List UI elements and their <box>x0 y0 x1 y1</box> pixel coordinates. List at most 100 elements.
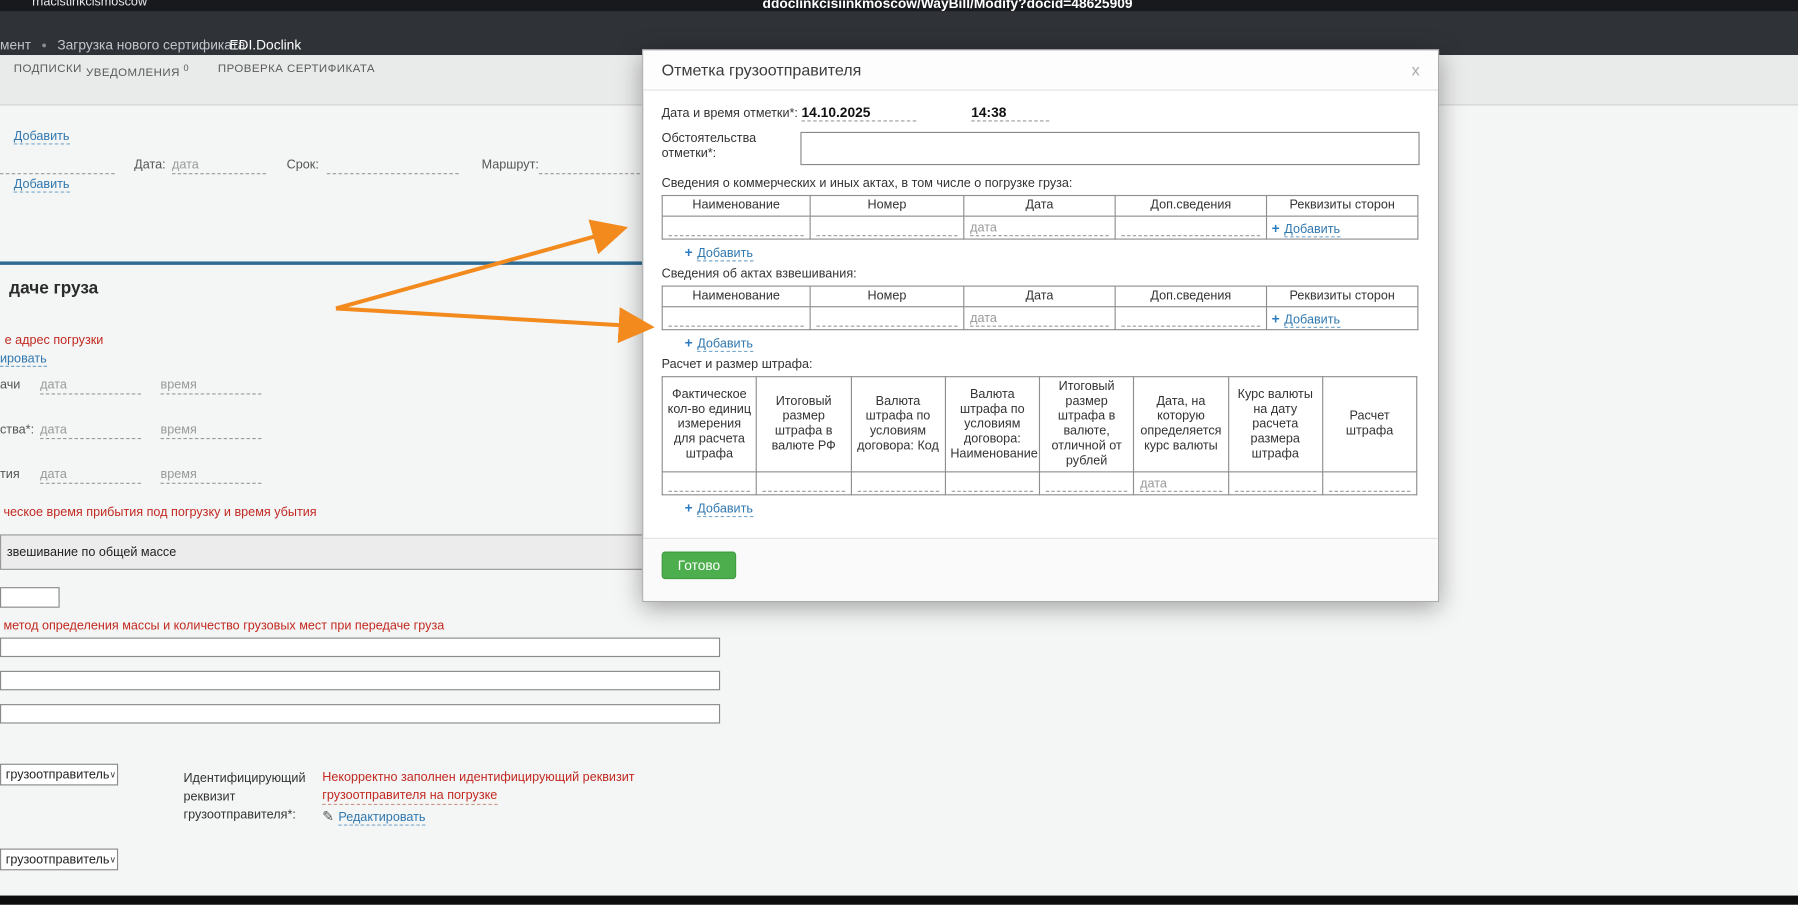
circumstances-label: Обстоятельства отметки*: <box>662 132 802 162</box>
row2-time-input[interactable]: время <box>161 422 262 439</box>
plus-icon: + <box>1272 220 1280 236</box>
dialog-body: Дата и время отметки*: 14.10.2025 14:38 … <box>643 91 1438 538</box>
mass-method-error-text: метод определения массы и количество гру… <box>3 619 444 633</box>
weighing-acts-table: Наименование Номер Дата Доп.сведения Рек… <box>662 286 1419 331</box>
add-link-top[interactable]: Добавить <box>14 130 70 144</box>
small-input[interactable] <box>0 587 60 608</box>
penalty-currency-code-input[interactable] <box>857 475 939 491</box>
circumstances-label-line2: отметки*: <box>662 147 802 162</box>
act-date-input[interactable]: дата <box>970 220 1109 236</box>
commercial-acts-caption: Сведения о коммерческих и иных актах, в … <box>662 177 1420 191</box>
row3-date-input[interactable]: дата <box>40 467 141 484</box>
nav-item-upload-certificate[interactable]: Загрузка нового сертификата <box>57 37 245 53</box>
act-number-input[interactable] <box>816 220 957 236</box>
penalty-currency-name-input[interactable] <box>951 475 1033 491</box>
ident-requisite-label: Идентифицирующий реквизит грузоотправите… <box>183 769 305 824</box>
circumstances-row: Обстоятельства отметки*: <box>662 132 1420 165</box>
penalty-caption: Расчет и размер штрафа: <box>662 358 1420 372</box>
table-header-row: Фактическое кол-во единиц измерения для … <box>662 377 1417 472</box>
term-label: Срок: <box>287 158 319 172</box>
viewport: rnacistinkcismoscow ddoclinkcisiinkmosco… <box>0 0 1798 905</box>
menu-item-notifications[interactable]: УВЕДОМЛЕНИЯ 0 <box>86 63 189 79</box>
section-divider <box>0 261 734 264</box>
commercial-acts-table: Наименование Номер Дата Доп.сведения Рек… <box>662 195 1419 240</box>
penalty-total-foreign-input[interactable] <box>1046 475 1128 491</box>
penalty-calc-input[interactable] <box>1329 475 1411 491</box>
penalty-units-input[interactable] <box>669 475 751 491</box>
menu-item-cert-check[interactable]: ПРОВЕРКА СЕРТИФИКАТА <box>218 63 375 76</box>
consignor-select[interactable]: грузоотправитель ∨ <box>0 764 118 786</box>
text-input-1[interactable] <box>0 638 720 657</box>
date-label: Дата: <box>134 158 165 172</box>
nav-item-edi-doclink[interactable]: EDI.Doclink <box>229 37 301 53</box>
ident-label-line1: Идентифицирующий <box>183 769 305 787</box>
close-icon[interactable]: x <box>1409 61 1422 79</box>
date-input[interactable]: дата <box>172 157 266 174</box>
route-input[interactable] <box>539 157 640 174</box>
table-header-row: Наименование Номер Дата Доп.сведения Рек… <box>662 196 1418 217</box>
column-header: Валюта штрафа по условиям договора: Код <box>851 377 945 472</box>
row1-date-input[interactable]: дата <box>40 377 141 394</box>
weighing-name-input[interactable] <box>669 310 804 326</box>
weighing-date-input[interactable]: дата <box>970 310 1109 326</box>
act-extra-input[interactable] <box>1121 220 1260 236</box>
column-header: Расчет штрафа <box>1322 377 1416 472</box>
mark-time-input[interactable]: 14:38 <box>971 103 1049 121</box>
cut-input[interactable] <box>0 157 115 174</box>
add-commercial-act-link[interactable]: +Добавить <box>685 244 1420 260</box>
column-header: Реквизиты сторон <box>1267 286 1418 307</box>
add-penalty-link[interactable]: +Добавить <box>685 500 1420 516</box>
term-input[interactable] <box>327 157 459 174</box>
column-header: Дата <box>964 286 1115 307</box>
add-weighing-act-link[interactable]: +Добавить <box>685 335 1420 351</box>
chevron-down-icon: ∨ <box>109 769 116 779</box>
penalty-table: Фактическое кол-во единиц измерения для … <box>662 376 1418 495</box>
act-add-parties-link[interactable]: + Добавить <box>1272 222 1340 236</box>
column-header: Итоговый размер штрафа в валюте РФ <box>757 377 851 472</box>
add-link-bottom[interactable]: Добавить <box>14 178 70 192</box>
consignor-select-value: грузоотправитель <box>6 768 110 782</box>
menu-item-subscriptions[interactable]: ПОДПИСКИ <box>14 63 82 76</box>
add-link-label: Добавить <box>1284 222 1340 237</box>
penalty-rate-date-input[interactable]: дата <box>1140 475 1222 491</box>
row3-time-input[interactable]: время <box>161 467 262 484</box>
table-row: дата + Добавить <box>662 216 1418 239</box>
weighing-section-bar[interactable]: звешивание по общей массе <box>0 534 722 570</box>
circumstances-label-line1: Обстоятельства <box>662 132 802 147</box>
consignor-select-2[interactable]: грузоотправитель ∨ <box>0 849 118 871</box>
act-name-input[interactable] <box>669 220 804 236</box>
penalty-total-rub-input[interactable] <box>763 475 845 491</box>
bullet-icon: ● <box>41 40 47 50</box>
edit-requisite-row[interactable]: ✎Редактировать <box>322 808 425 824</box>
edit-requisite-link-label: Редактировать <box>338 811 425 826</box>
column-header: Доп.сведения <box>1115 286 1266 307</box>
column-header: Номер <box>810 196 964 217</box>
circumstances-input[interactable] <box>800 132 1419 165</box>
add-link-label: Добавить <box>697 337 753 352</box>
mark-date-input[interactable]: 14.10.2025 <box>802 103 917 121</box>
add-link-label: Добавить <box>697 247 753 262</box>
consignor-mark-dialog: Отметка грузоотправителя x Дата и время … <box>642 49 1439 602</box>
route-label: Маршрут: <box>482 158 539 172</box>
dialog-titlebar: Отметка грузоотправителя x <box>643 50 1438 90</box>
column-header: Наименование <box>662 286 810 307</box>
nav-item-document[interactable]: мент <box>0 37 31 53</box>
weighing-number-input[interactable] <box>816 310 957 326</box>
column-header: Итоговый размер штрафа в валюте, отлично… <box>1039 377 1133 472</box>
edit-address-link[interactable]: ировать <box>0 352 47 366</box>
weighing-extra-input[interactable] <box>1121 310 1260 326</box>
penalty-rate-input[interactable] <box>1234 475 1316 491</box>
dialog-title: Отметка грузоотправителя <box>662 61 1410 79</box>
row1-time-input[interactable]: время <box>161 377 262 394</box>
row2-date-input[interactable]: дата <box>40 422 141 439</box>
text-input-2[interactable] <box>0 671 720 690</box>
cargo-transfer-heading: даче груза <box>9 279 98 298</box>
edit-address-link-label: ировать <box>0 352 47 367</box>
column-header: Дата, на которую определяется курс валют… <box>1134 377 1228 472</box>
text-input-3[interactable] <box>0 704 720 723</box>
done-button[interactable]: Готово <box>662 552 737 580</box>
weighing-add-parties-link[interactable]: +Добавить <box>1272 312 1340 326</box>
column-header: Курс валюты на дату расчета размера штра… <box>1228 377 1322 472</box>
add-link-label: Добавить <box>697 502 753 517</box>
ident-error-line2: грузоотправителя на погрузке <box>322 789 497 805</box>
